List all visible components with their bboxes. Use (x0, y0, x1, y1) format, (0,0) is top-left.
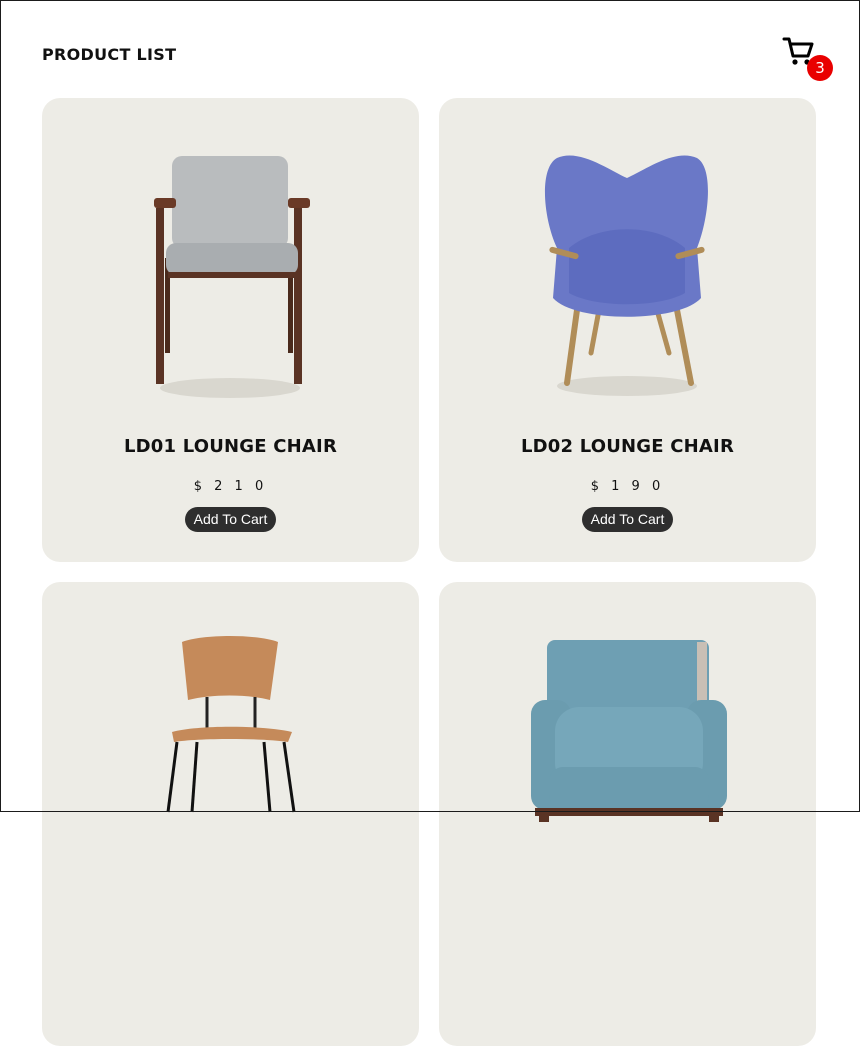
cart-count-badge: 3 (807, 55, 833, 81)
product-name: LD02 LOUNGE CHAIR (520, 436, 735, 457)
product-name: LD01 LOUNGE CHAIR (123, 436, 338, 457)
product-card[interactable] (439, 582, 816, 1046)
product-image-wooden-side-chair (166, 636, 296, 813)
product-card[interactable]: LD02 LOUNGE CHAIR $ 1 9 0 Add To Cart (439, 98, 816, 562)
add-to-cart-button[interactable]: Add To Cart (582, 507, 673, 532)
product-image-grey-armchair (154, 156, 310, 398)
product-image-blue-wingback-chair (544, 155, 708, 396)
product-card[interactable]: LD01 LOUNGE CHAIR $ 2 1 0 Add To Cart (42, 98, 419, 562)
product-card[interactable] (42, 582, 419, 1046)
cart-button[interactable]: 3 (782, 34, 833, 82)
product-price: $ 1 9 0 (590, 479, 665, 494)
page-header: PRODUCT LIST 3 (42, 34, 833, 81)
product-image-teal-lounge-chair (531, 640, 727, 822)
page-title: PRODUCT LIST (42, 45, 177, 64)
product-price: $ 2 1 0 (193, 479, 268, 494)
add-to-cart-button[interactable]: Add To Cart (185, 507, 276, 532)
